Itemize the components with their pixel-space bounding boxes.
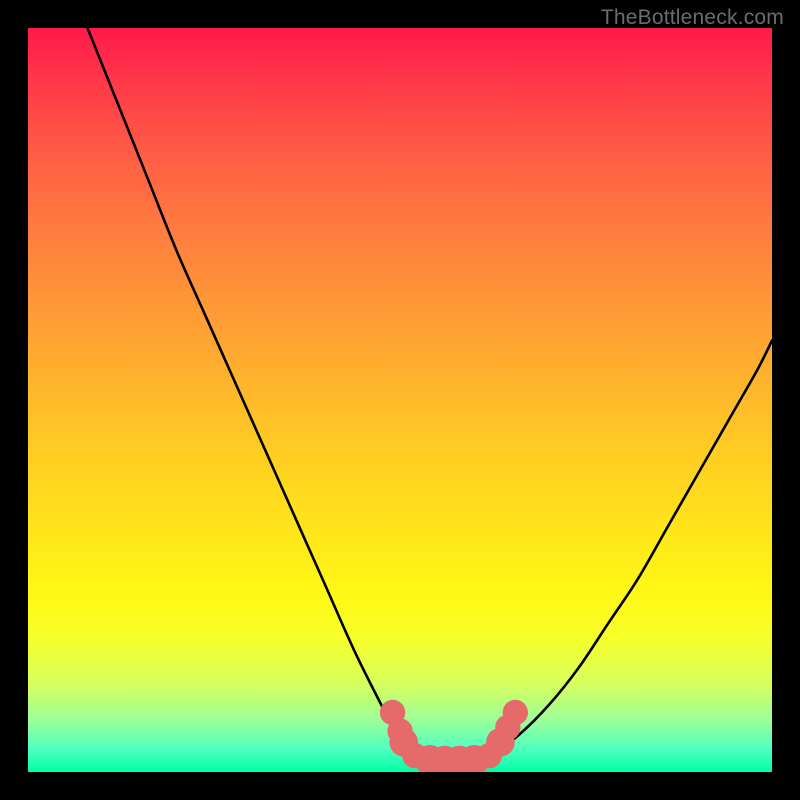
curve-path	[88, 28, 772, 761]
bottleneck-curve	[28, 28, 772, 772]
chart-frame: TheBottleneck.com	[0, 0, 800, 800]
plot-area	[28, 28, 772, 772]
watermark-text: TheBottleneck.com	[601, 6, 784, 30]
valley-marker	[503, 700, 528, 725]
